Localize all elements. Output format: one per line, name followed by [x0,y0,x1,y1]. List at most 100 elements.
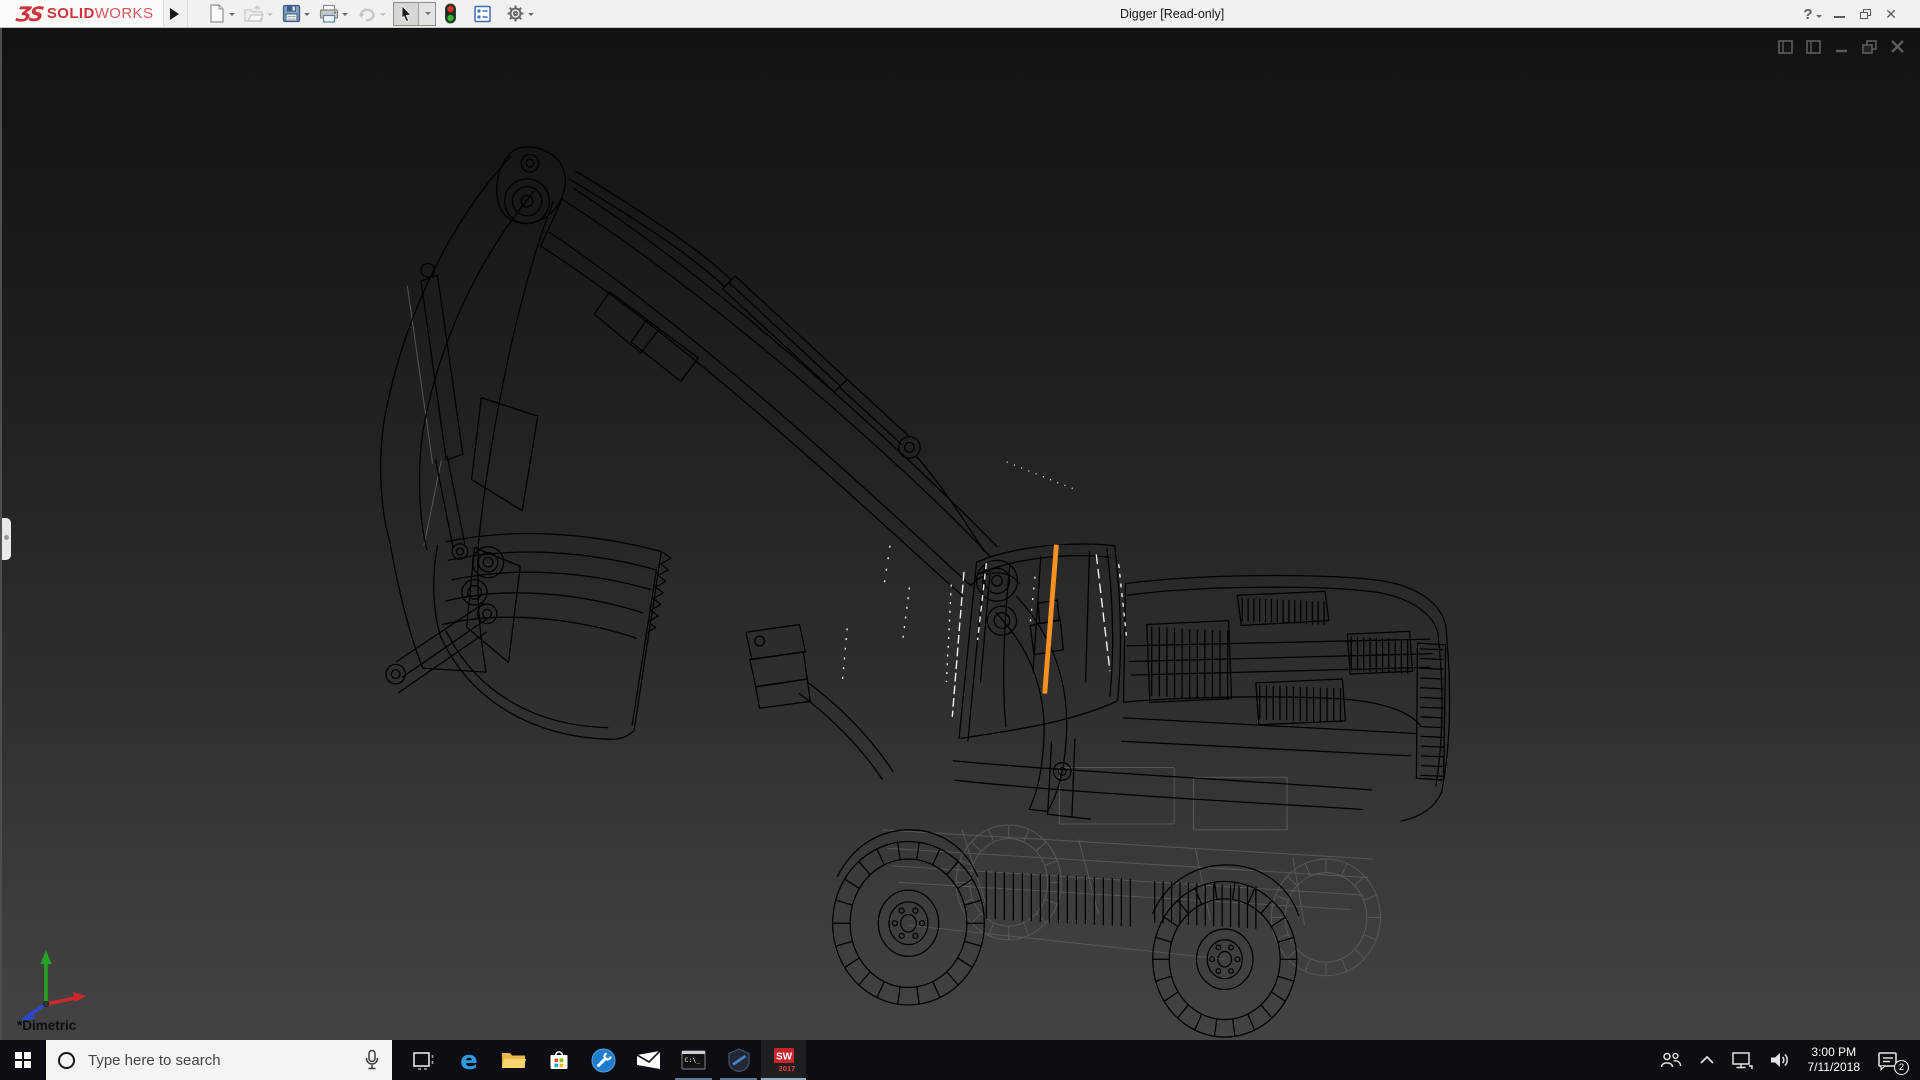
restore-icon [1860,9,1871,19]
action-center-button[interactable]: 2 [1869,1040,1908,1080]
command-prompt-icon: C:\_ [681,1049,706,1071]
print-button[interactable] [317,2,351,26]
rebuild-stoplight-button[interactable] [442,2,459,26]
save-button[interactable] [280,2,313,26]
y-axis-arrow [41,950,52,964]
select-cursor-icon [398,5,414,23]
store-button[interactable] [536,1040,581,1080]
hidden-icons-button[interactable] [1691,1040,1723,1080]
file-explorer-button[interactable] [491,1040,536,1080]
open-button[interactable] [242,2,276,26]
close-button[interactable]: ✕ [1878,0,1904,28]
quick-access-toolbar [206,2,541,26]
document-window-controls [1777,39,1906,55]
edge-button[interactable]: e [446,1040,491,1080]
restore-button[interactable] [1852,0,1878,28]
collapse-tab-dot-icon [4,535,9,540]
windows-logo-icon [15,1052,32,1069]
bucket [434,534,671,740]
people-button[interactable] [1651,1040,1691,1080]
open-icon [244,5,264,23]
mail-button[interactable] [626,1040,671,1080]
svg-text:e: e [460,1047,478,1073]
clock-date: 7/11/2018 [1808,1060,1861,1075]
hidden-geometry [407,286,1380,976]
new-document-dropdown[interactable] [229,13,235,19]
undo-button[interactable] [355,2,389,26]
windows-taskbar: Type here to search e [0,1040,1920,1080]
search-placeholder: Type here to search [88,1052,351,1069]
undo-dropdown[interactable] [380,13,386,19]
clock-time: 3:00 PM [1811,1045,1856,1060]
select-tool-dropdown[interactable] [419,3,435,25]
viewer-3d-button[interactable] [716,1040,761,1080]
viewer-3d-icon [727,1048,751,1072]
people-icon [1659,1050,1683,1070]
microphone-icon[interactable] [364,1049,380,1071]
task-view-icon [412,1049,436,1071]
front-wheel [833,841,985,1004]
options-gear-icon [506,4,525,23]
solidworks-logo: ƷS SOLIDWORKS [0,0,164,27]
edge-icon: e [456,1047,482,1073]
brand-text-solid: SOLID [47,5,95,22]
doc-minimize-button[interactable] [1833,39,1850,55]
solidworks-button[interactable]: SW 2017 [761,1040,806,1080]
options-button[interactable] [504,2,537,26]
network-monitor-icon [1731,1050,1753,1070]
select-tool-group [393,2,436,26]
menu-flyout-button[interactable] [164,0,188,27]
file-properties-button[interactable] [471,2,494,26]
doc-restore-button[interactable] [1861,39,1878,55]
volume-button[interactable] [1761,1040,1799,1080]
flyout-arrow-icon [170,8,185,20]
orientation-triad [10,940,102,1026]
front-attachment [746,624,893,779]
far-rear-wheel [1271,859,1380,976]
network-button[interactable] [1723,1040,1761,1080]
help-button[interactable]: ? [1800,0,1826,28]
mail-icon [636,1050,661,1070]
pinned-apps: e [401,1040,806,1080]
view-orientation-label: *Dimetric [17,1018,76,1033]
document-title: Digger [Read-only] [1120,7,1224,21]
notification-badge: 2 [1894,1060,1909,1075]
save-dropdown[interactable] [304,13,310,19]
options-dropdown[interactable] [528,13,534,19]
file-explorer-icon [501,1049,526,1071]
cortana-icon [58,1052,75,1069]
selected-edge[interactable] [1045,545,1057,694]
search-input[interactable]: Type here to search [46,1040,392,1080]
store-icon [547,1048,571,1072]
doc-close-button[interactable] [1889,39,1906,55]
close-icon: ✕ [1885,6,1897,23]
task-view-button[interactable] [401,1040,446,1080]
featuremanager-collapse-tab[interactable] [2,518,11,560]
help-tools-button[interactable] [581,1040,626,1080]
chassis [837,830,1298,928]
print-dropdown[interactable] [342,13,348,19]
print-icon [319,4,339,23]
open-dropdown[interactable] [267,13,273,19]
stick-arm [541,189,997,597]
file-properties-icon [473,5,492,23]
digger-wireframe-model[interactable] [2,28,1920,1040]
far-front-wheel [956,825,1061,940]
chevron-up-icon [1699,1054,1715,1066]
clock[interactable]: 3:00 PM 7/11/2018 [1799,1045,1870,1075]
command-prompt-button[interactable]: C:\_ [671,1040,716,1080]
stoplight-icon [444,3,457,24]
select-tool-button[interactable] [394,3,419,25]
wrench-circle-icon [591,1048,616,1073]
graphics-area[interactable]: *Dimetric [0,28,1920,1040]
svg-text:2017: 2017 [778,1064,795,1073]
minimize-button[interactable] [1826,0,1852,28]
doc-window-icon-2[interactable] [1805,39,1822,55]
help-dropdown[interactable] [1816,15,1822,21]
doc-window-icon-1[interactable] [1777,39,1794,55]
new-document-button[interactable] [206,2,238,26]
highlight-edges [842,462,1126,717]
title-bar: ƷS SOLIDWORKS [0,0,1920,28]
start-button[interactable] [0,1040,46,1080]
brand-text-works: WORKS [95,5,154,22]
